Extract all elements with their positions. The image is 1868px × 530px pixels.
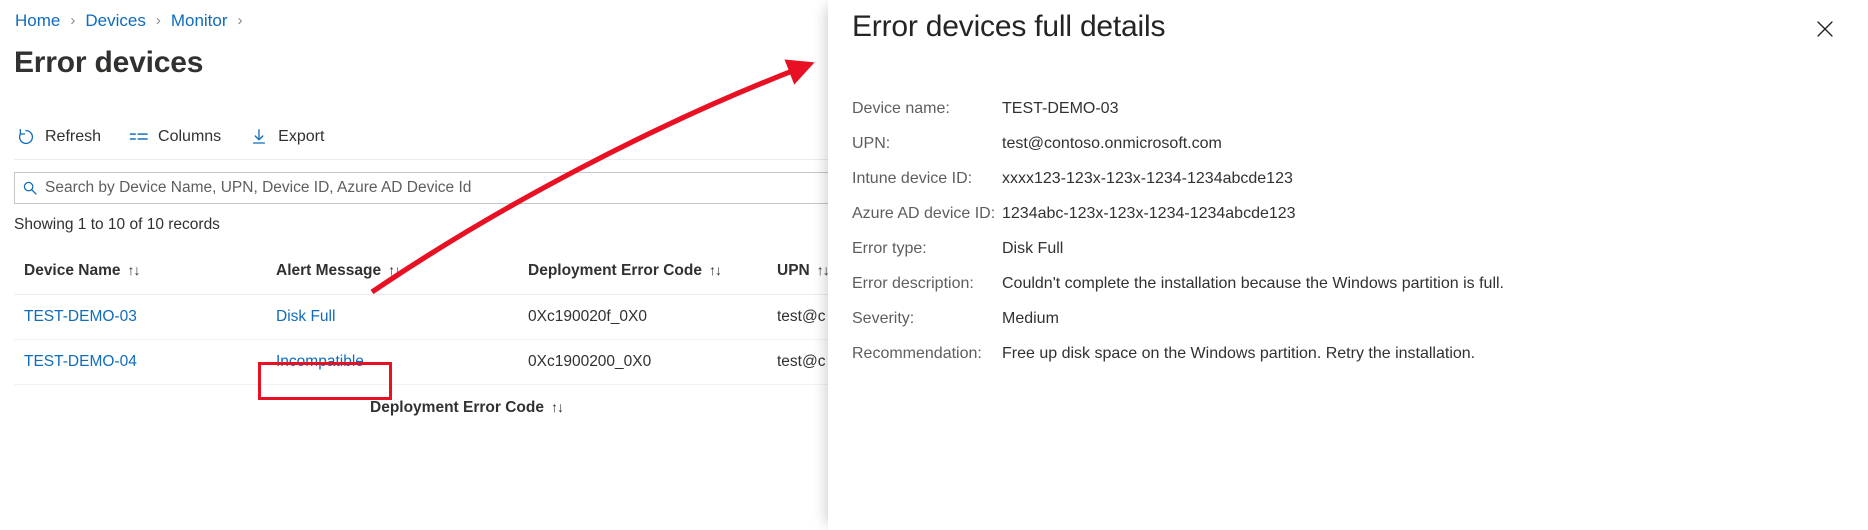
breadcrumb-separator-icon: › xyxy=(70,10,75,32)
alert-message-link[interactable]: Incompatible xyxy=(276,353,364,370)
table-header-row: Device Name ↑↓ Alert Message ↑↓ Deployment… xyxy=(14,258,830,295)
detail-row-upn: UPN: test@contoso.onmicrosoft.com xyxy=(852,135,1852,153)
column-header-alert-message[interactable]: Alert Message ↑↓ xyxy=(266,258,518,295)
detail-label: UPN: xyxy=(852,135,1002,153)
detail-value: 1234abc-123x-123x-1234-1234abcde123 xyxy=(1002,205,1852,223)
breadcrumb-item-home[interactable]: Home xyxy=(14,10,61,32)
detail-row-azure-ad-device-id: Azure AD device ID: 1234abc-123x-123x-12… xyxy=(852,205,1852,223)
detail-panel-header: Error devices full details xyxy=(828,0,1868,64)
cell-upn: test@c xyxy=(767,340,830,385)
breadcrumb-item-devices[interactable]: Devices xyxy=(84,10,146,32)
refresh-icon xyxy=(16,127,36,147)
columns-icon xyxy=(129,127,149,147)
table-row[interactable]: TEST-DEMO-03 Disk Full 0Xc190020f_0X0 te… xyxy=(14,295,830,340)
detail-label: Intune device ID: xyxy=(852,170,1002,188)
sort-toggle-icon[interactable]: ↑↓ xyxy=(128,262,140,278)
refresh-label: Refresh xyxy=(45,128,101,146)
breadcrumb: Home › Devices › Monitor › xyxy=(14,10,252,32)
detail-label: Azure AD device ID: xyxy=(852,205,1002,223)
column-header-label: Deployment Error Code xyxy=(528,262,702,279)
detail-row-intune-device-id: Intune device ID: xxxx123-123x-123x-1234… xyxy=(852,170,1852,188)
device-name-link[interactable]: TEST-DEMO-03 xyxy=(24,308,137,325)
detail-value: TEST-DEMO-03 xyxy=(1002,100,1852,118)
detail-field-list: Device name: TEST-DEMO-03 UPN: test@cont… xyxy=(852,100,1852,380)
refresh-button[interactable]: Refresh xyxy=(14,120,113,154)
column-header-label: Alert Message xyxy=(276,262,381,279)
sort-toggle-icon[interactable]: ↑↓ xyxy=(709,262,721,278)
detail-row-error-description: Error description: Couldn't complete the… xyxy=(852,275,1852,293)
detail-label: Error type: xyxy=(852,240,1002,258)
export-icon xyxy=(249,127,269,147)
search-box[interactable] xyxy=(14,172,830,204)
detail-value: Free up disk space on the Windows partit… xyxy=(1002,345,1852,363)
detail-value: Disk Full xyxy=(1002,240,1852,258)
columns-label: Columns xyxy=(158,128,221,146)
error-devices-list-pane: Home › Devices › Monitor › Error devices… xyxy=(0,0,830,530)
detail-panel-title: Error devices full details xyxy=(852,10,1165,44)
search-input[interactable] xyxy=(45,174,829,202)
cell-device-name: TEST-DEMO-03 xyxy=(14,295,266,340)
column-header-label: UPN xyxy=(777,262,810,279)
search-icon xyxy=(15,173,45,203)
sort-toggle-icon[interactable]: ↑↓ xyxy=(551,399,563,415)
breadcrumb-separator-icon: › xyxy=(156,10,161,32)
cell-upn: test@c xyxy=(767,295,830,340)
sort-toggle-icon[interactable]: ↑↓ xyxy=(817,262,829,278)
alert-message-link[interactable]: Disk Full xyxy=(276,308,335,325)
cell-alert-message: Incompatible xyxy=(266,340,518,385)
detail-row-recommendation: Recommendation: Free up disk space on th… xyxy=(852,345,1852,363)
table-row[interactable]: TEST-DEMO-04 Incompatible 0Xc1900200_0X0… xyxy=(14,340,830,385)
detail-label: Error description: xyxy=(852,275,1002,293)
detail-row-severity: Severity: Medium xyxy=(852,310,1852,328)
error-devices-table: Device Name ↑↓ Alert Message ↑↓ Deployment… xyxy=(14,258,830,385)
cell-deployment-error-code: 0Xc190020f_0X0 xyxy=(518,295,767,340)
column-header-device-name[interactable]: Device Name ↑↓ xyxy=(14,258,266,295)
detail-label: Severity: xyxy=(852,310,1002,328)
detail-value: test@contoso.onmicrosoft.com xyxy=(1002,135,1852,153)
detail-value: xxxx123-123x-123x-1234-1234abcde123 xyxy=(1002,170,1852,188)
export-button[interactable]: Export xyxy=(247,120,336,154)
column-header-upn[interactable]: UPN ↑↓ xyxy=(767,258,830,295)
columns-button[interactable]: Columns xyxy=(127,120,233,154)
detail-value: Medium xyxy=(1002,310,1852,328)
footer-sort-label[interactable]: Deployment Error Code ↑↓ xyxy=(370,399,563,417)
export-label: Export xyxy=(278,128,324,146)
breadcrumb-item-monitor[interactable]: Monitor xyxy=(170,10,229,32)
error-device-details-panel: Error devices full details Device name: … xyxy=(828,0,1868,530)
breadcrumb-separator-icon: › xyxy=(238,10,243,32)
sort-toggle-icon[interactable]: ↑↓ xyxy=(388,262,400,278)
footer-sort-text: Deployment Error Code xyxy=(370,399,544,416)
command-bar-divider xyxy=(14,159,830,160)
column-header-label: Device Name xyxy=(24,262,121,279)
detail-value: Couldn't complete the installation becau… xyxy=(1002,275,1852,293)
cell-alert-message: Disk Full xyxy=(266,295,518,340)
detail-label: Recommendation: xyxy=(852,345,1002,363)
detail-row-error-type: Error type: Disk Full xyxy=(852,240,1852,258)
page-title: Error devices xyxy=(14,44,203,82)
cell-device-name: TEST-DEMO-04 xyxy=(14,340,266,385)
record-count-label: Showing 1 to 10 of 10 records xyxy=(14,216,220,234)
close-icon[interactable] xyxy=(1808,12,1842,46)
detail-label: Device name: xyxy=(852,100,1002,118)
device-name-link[interactable]: TEST-DEMO-04 xyxy=(24,353,137,370)
detail-row-device-name: Device name: TEST-DEMO-03 xyxy=(852,100,1852,118)
column-header-deployment-error-code[interactable]: Deployment Error Code ↑↓ xyxy=(518,258,767,295)
command-bar: Refresh Columns Export xyxy=(14,120,350,154)
cell-deployment-error-code: 0Xc1900200_0X0 xyxy=(518,340,767,385)
